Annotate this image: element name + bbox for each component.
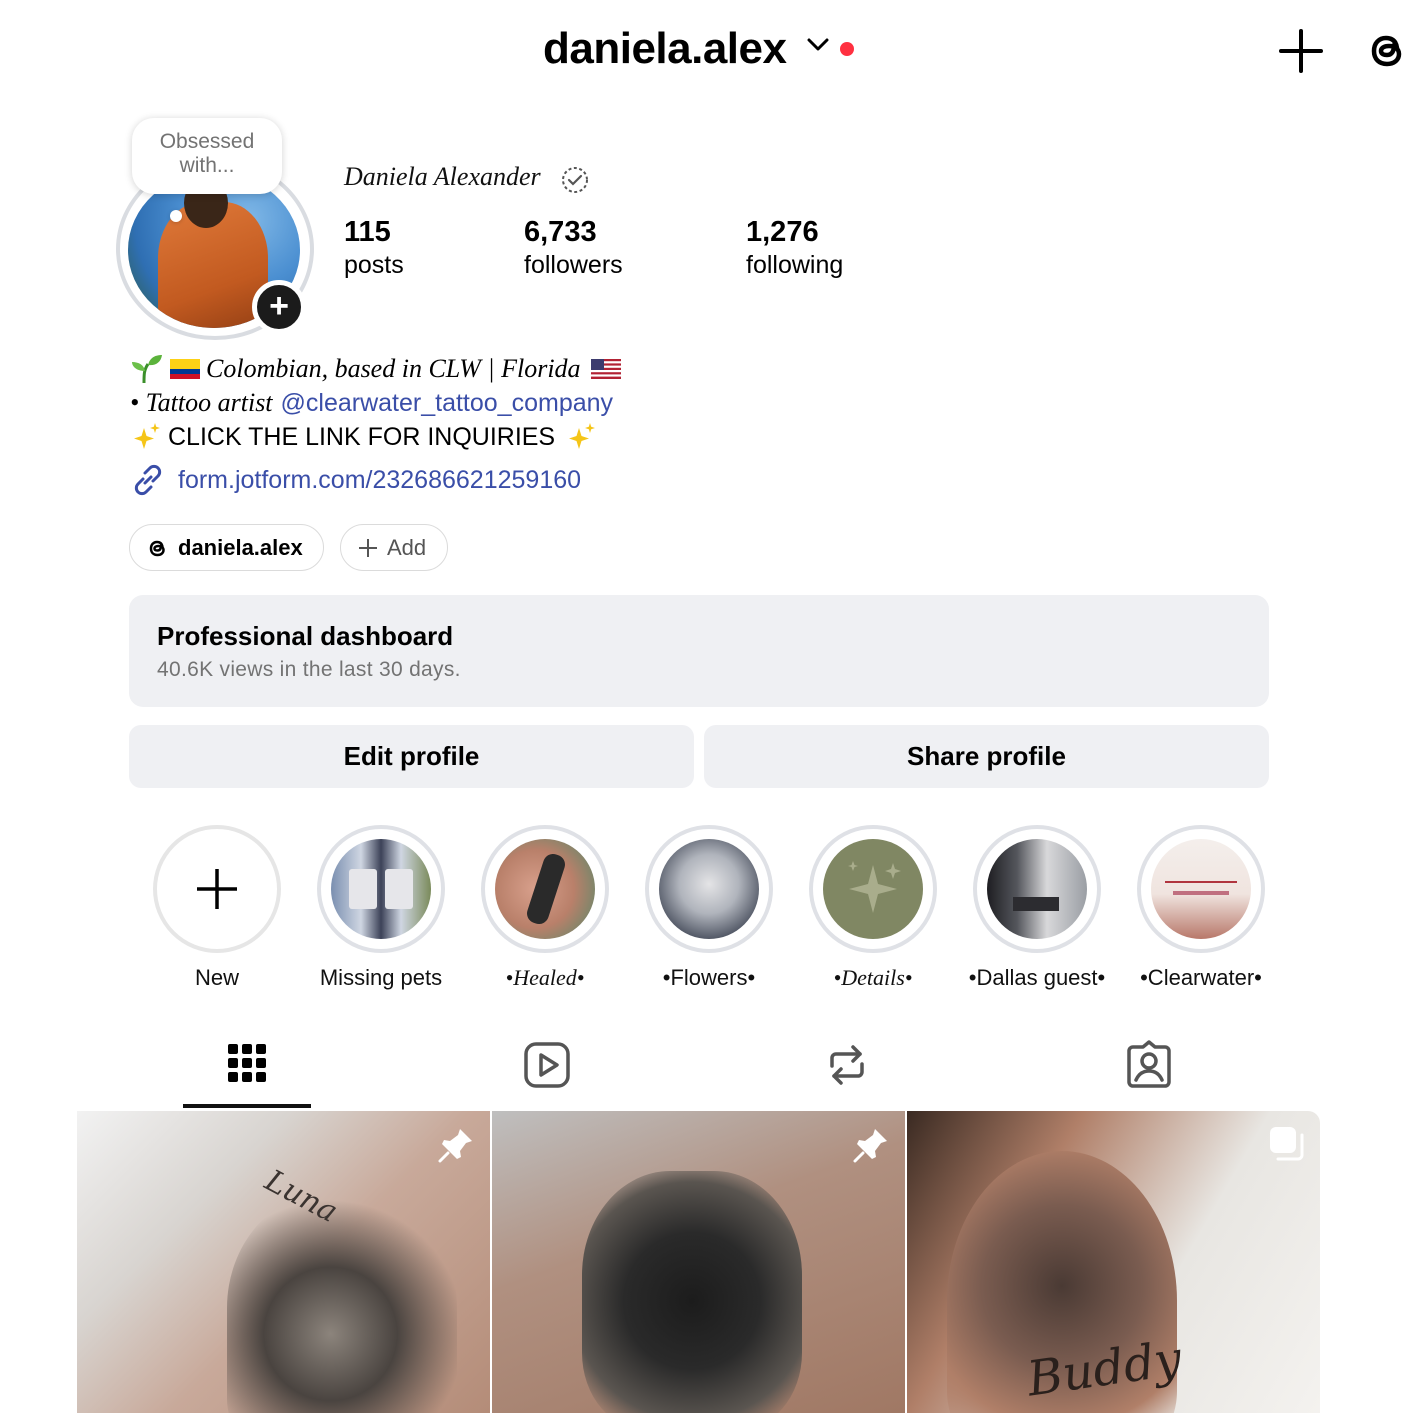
active-tab-indicator bbox=[183, 1104, 311, 1108]
followers-label: followers bbox=[524, 251, 623, 279]
carousel-icon bbox=[1270, 1127, 1304, 1161]
highlight-cover bbox=[331, 839, 431, 939]
seedling-icon bbox=[132, 355, 162, 384]
highlight-new[interactable]: New bbox=[137, 825, 297, 991]
highlight-label: New bbox=[194, 965, 239, 990]
dashboard-title: Professional dashboard bbox=[157, 621, 454, 651]
highlight-ring bbox=[973, 825, 1101, 953]
highlight-clearwater[interactable]: •Clearwater• bbox=[1121, 825, 1281, 991]
highlight-label: •Flowers• bbox=[662, 965, 756, 990]
add-story-button[interactable]: + bbox=[252, 280, 306, 334]
highlight-ring bbox=[153, 825, 281, 953]
reels-icon[interactable] bbox=[522, 1040, 572, 1090]
bio: Colombian, based in CLW | Florida • Tatt… bbox=[130, 352, 1030, 454]
following-label: following bbox=[746, 251, 844, 279]
note-bubble[interactable]: Obsessed with... bbox=[132, 118, 282, 194]
bio-occupation: • Tattoo artist bbox=[130, 388, 273, 417]
plus-icon bbox=[359, 538, 377, 557]
highlight-cover bbox=[823, 839, 923, 939]
highlight-label: •Details• bbox=[833, 965, 913, 990]
bio-location-text: Colombian, based in CLW | Florida bbox=[206, 354, 581, 383]
dog-portrait-tattoo bbox=[582, 1171, 802, 1413]
grid-post[interactable]: Luna bbox=[77, 1111, 490, 1413]
highlight-cover bbox=[495, 839, 595, 939]
plus-icon bbox=[197, 869, 237, 909]
threads-icon bbox=[149, 540, 165, 556]
highlight-ring bbox=[317, 825, 445, 953]
highlight-dallas-guest[interactable]: •Dallas guest• bbox=[957, 825, 1117, 991]
highlight-label: •Healed• bbox=[505, 965, 585, 990]
following-count: 1,276 bbox=[746, 216, 819, 248]
usa-flag-icon bbox=[590, 359, 621, 379]
poster-right bbox=[385, 869, 413, 909]
tagged-icon[interactable] bbox=[1124, 1040, 1174, 1090]
highlight-cover bbox=[659, 839, 759, 939]
sparkles-icon bbox=[134, 423, 160, 449]
threads-icon[interactable] bbox=[1364, 26, 1412, 74]
edit-profile-button[interactable]: Edit profile bbox=[129, 725, 694, 788]
note-bubble-tail bbox=[170, 210, 182, 222]
account-switcher-username[interactable]: daniela.alex bbox=[543, 24, 787, 74]
highlight-cover bbox=[1151, 839, 1251, 939]
share-profile-button[interactable]: Share profile bbox=[704, 725, 1269, 788]
bio-cta-text: CLICK THE LINK FOR INQUIRIES bbox=[168, 422, 556, 451]
studio-chair bbox=[1013, 897, 1059, 911]
sparkle-icon bbox=[848, 861, 901, 913]
dog-portrait-tattoo bbox=[227, 1191, 457, 1413]
sparkles-icon bbox=[569, 423, 596, 449]
highlight-ring bbox=[1137, 825, 1265, 953]
add-link-pill[interactable]: Add bbox=[340, 524, 448, 571]
highlight-details[interactable]: •Details• bbox=[793, 825, 953, 991]
posts-count: 115 bbox=[344, 216, 391, 248]
poster-left bbox=[349, 869, 377, 909]
pin-icon bbox=[853, 1129, 887, 1163]
posts-label: posts bbox=[344, 251, 404, 279]
bio-line-2: • Tattoo artist @clearwater_tattoo_compa… bbox=[130, 386, 1030, 420]
pin-icon bbox=[438, 1129, 472, 1163]
highlight-cover bbox=[987, 839, 1087, 939]
bio-line-1: Colombian, based in CLW | Florida bbox=[130, 352, 1030, 386]
followers-count: 6,733 bbox=[524, 216, 597, 248]
grid-post[interactable] bbox=[492, 1111, 905, 1413]
highlight-ring bbox=[645, 825, 773, 953]
highlight-missing-pets[interactable]: Missing pets bbox=[301, 825, 461, 991]
flyer-dates bbox=[1173, 891, 1229, 895]
threads-handle: daniela.alex bbox=[178, 534, 303, 560]
threads-profile-pill[interactable]: daniela.alex bbox=[129, 524, 324, 571]
lizard-tattoo bbox=[524, 851, 568, 927]
following-stat[interactable]: 1,276 following bbox=[746, 216, 843, 280]
create-plus-icon[interactable] bbox=[1278, 28, 1324, 74]
chevron-down-icon[interactable] bbox=[807, 38, 829, 52]
highlight-label: •Dallas guest• bbox=[968, 965, 1106, 990]
highlight-ring bbox=[809, 825, 937, 953]
posts-stat[interactable]: 115 posts bbox=[344, 216, 404, 280]
top-bar: daniela.alex bbox=[0, 0, 1413, 100]
colombia-flag-icon bbox=[170, 359, 200, 379]
bio-link-row[interactable]: form.jotform.com/232686621259160 bbox=[130, 462, 581, 498]
highlight-label: •Clearwater• bbox=[1140, 965, 1262, 990]
dashboard-subtitle: 40.6K views in the last 30 days. bbox=[157, 658, 461, 681]
followers-stat[interactable]: 6,733 followers bbox=[524, 216, 623, 280]
link-icon bbox=[134, 464, 162, 496]
bio-line-3: CLICK THE LINK FOR INQUIRIES bbox=[130, 420, 1030, 454]
grid-icon[interactable] bbox=[222, 1040, 272, 1090]
add-label: Add bbox=[387, 534, 427, 560]
flyer-heading bbox=[1165, 871, 1237, 883]
verified-check-icon bbox=[562, 167, 588, 193]
highlight-ring bbox=[481, 825, 609, 953]
reposts-icon[interactable] bbox=[822, 1040, 872, 1090]
highlight-healed[interactable]: •Healed• bbox=[465, 825, 625, 991]
grid-post[interactable]: Buddy bbox=[907, 1111, 1320, 1413]
notification-dot bbox=[840, 42, 854, 56]
bio-external-link[interactable]: form.jotform.com/232686621259160 bbox=[178, 466, 581, 495]
highlight-flowers[interactable]: •Flowers• bbox=[629, 825, 789, 991]
bio-mention-link[interactable]: @clearwater_tattoo_company bbox=[281, 389, 614, 418]
highlight-label: Missing pets bbox=[319, 965, 443, 990]
full-name: Daniela Alexander bbox=[344, 162, 541, 191]
professional-dashboard[interactable]: Professional dashboard 40.6K views in th… bbox=[129, 595, 1269, 707]
